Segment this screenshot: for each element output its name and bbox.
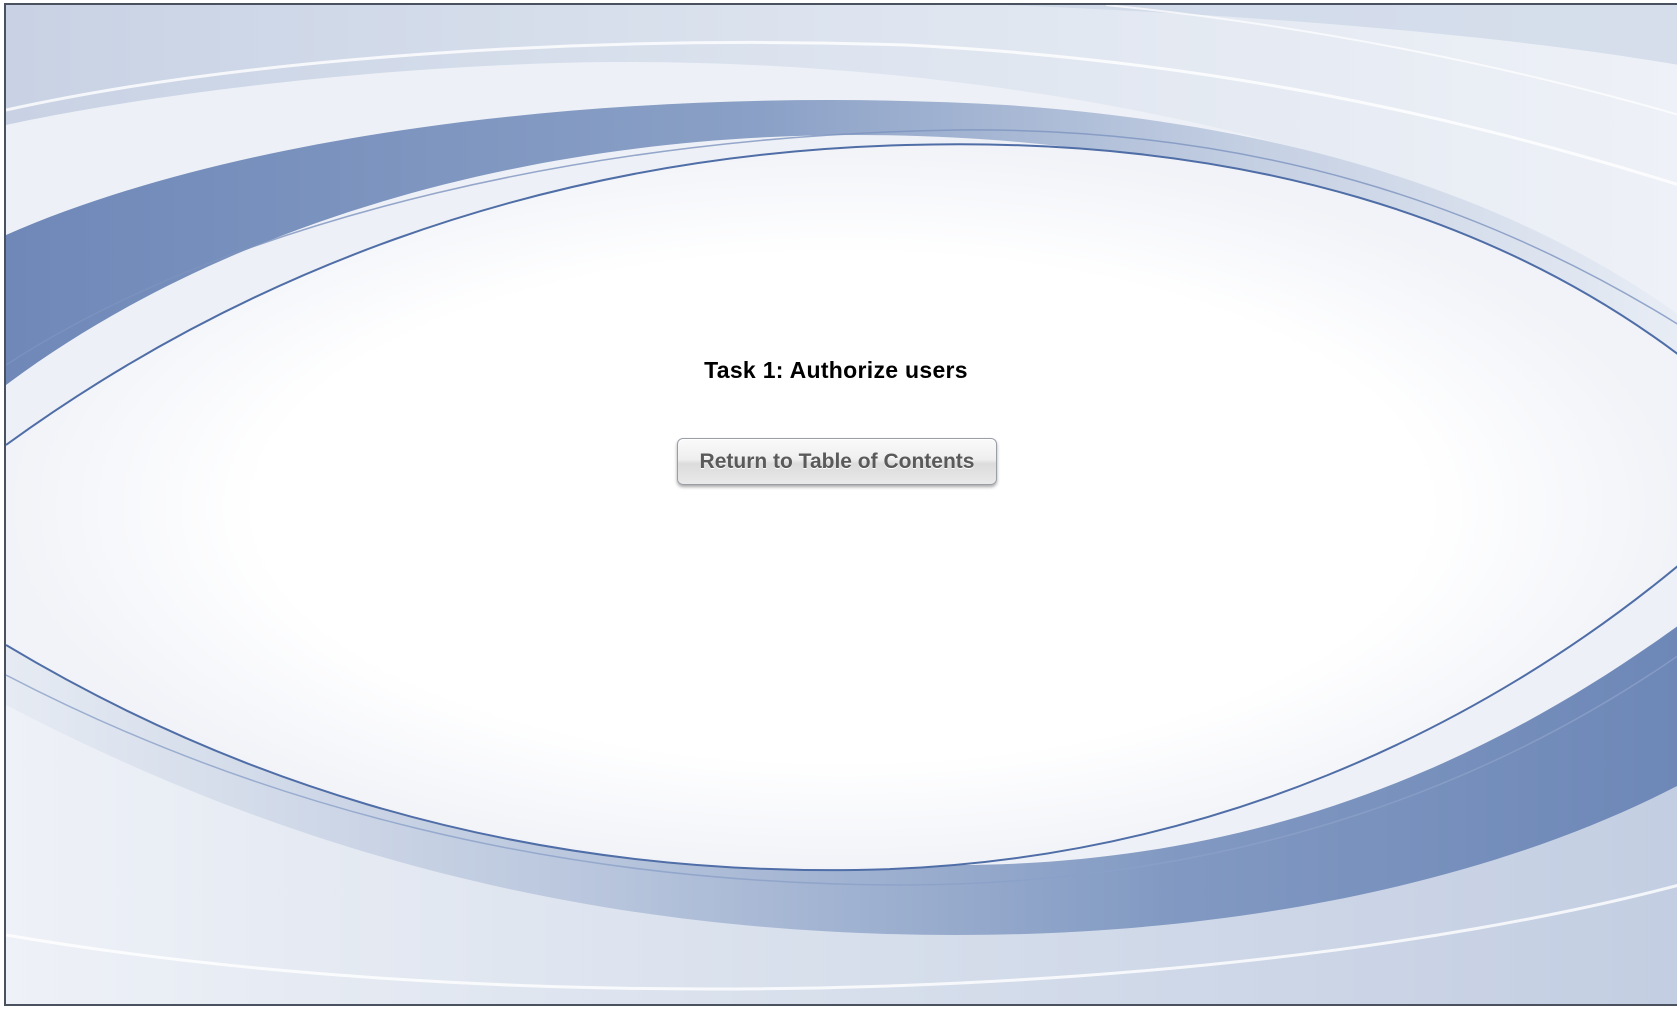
slide-frame: Task 1: Authorize users Return to Table … bbox=[4, 3, 1677, 1006]
swoosh-background bbox=[6, 5, 1677, 1004]
page-title: Task 1: Authorize users bbox=[704, 357, 968, 383]
return-to-toc-button[interactable]: Return to Table of Contents bbox=[677, 438, 997, 485]
